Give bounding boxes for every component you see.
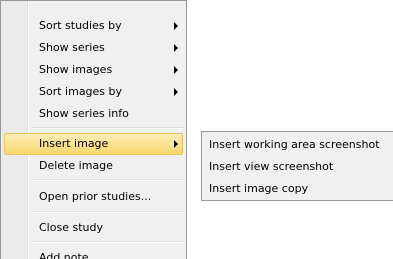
menu-separator [33,241,183,243]
menu-item-sort-images-by[interactable]: Sort images by [4,81,183,103]
menu-item-close-study[interactable]: Close study [4,217,183,239]
submenu-arrow-icon [174,66,178,74]
menu-item-label: Add note [39,251,89,259]
menu-item-label: Open prior studies... [39,190,152,203]
menu-item-show-series-info[interactable]: Show series info [4,103,183,125]
submenu-item-label: Insert working area screenshot [209,138,380,151]
context-menu: Sort studies by Show series Show images … [0,0,187,259]
menu-item-label: Show images [39,63,113,76]
menu-item-add-note[interactable]: Add note [4,247,183,259]
submenu-arrow-icon [174,22,178,30]
submenu-item-insert-working-area-screenshot[interactable]: Insert working area screenshot [205,134,391,156]
menu-item-delete-image[interactable]: Delete image [4,155,183,177]
menu-separator [33,211,183,213]
menu-item-label: Insert image [39,137,109,150]
menu-item-show-images[interactable]: Show images [4,59,183,81]
menu-item-label: Sort images by [39,85,123,98]
submenu-arrow-icon [174,140,178,148]
menu-item-label: Close study [39,221,103,234]
submenu-arrow-icon [174,44,178,52]
menu-item-label: Delete image [39,159,113,172]
menu-item-label: Sort studies by [39,19,122,32]
menu-separator [33,179,183,181]
menu-item-label: Show series info [39,107,129,120]
menu-item-open-prior-studies[interactable]: Open prior studies... [4,186,183,208]
menu-item-insert-image[interactable]: Insert image [4,133,183,155]
submenu-item-label: Insert view screenshot [209,160,334,173]
menu-item-sort-studies-by[interactable]: Sort studies by [4,15,183,37]
submenu-item-insert-view-screenshot[interactable]: Insert view screenshot [205,156,391,178]
submenu-arrow-icon [174,88,178,96]
insert-image-submenu: Insert working area screenshot Insert vi… [201,131,393,201]
menu-item-label: Show series [39,41,105,54]
menu-separator [33,127,183,129]
menu-item-show-series[interactable]: Show series [4,37,183,59]
submenu-item-insert-image-copy[interactable]: Insert image copy [205,178,391,200]
submenu-item-label: Insert image copy [209,182,309,195]
